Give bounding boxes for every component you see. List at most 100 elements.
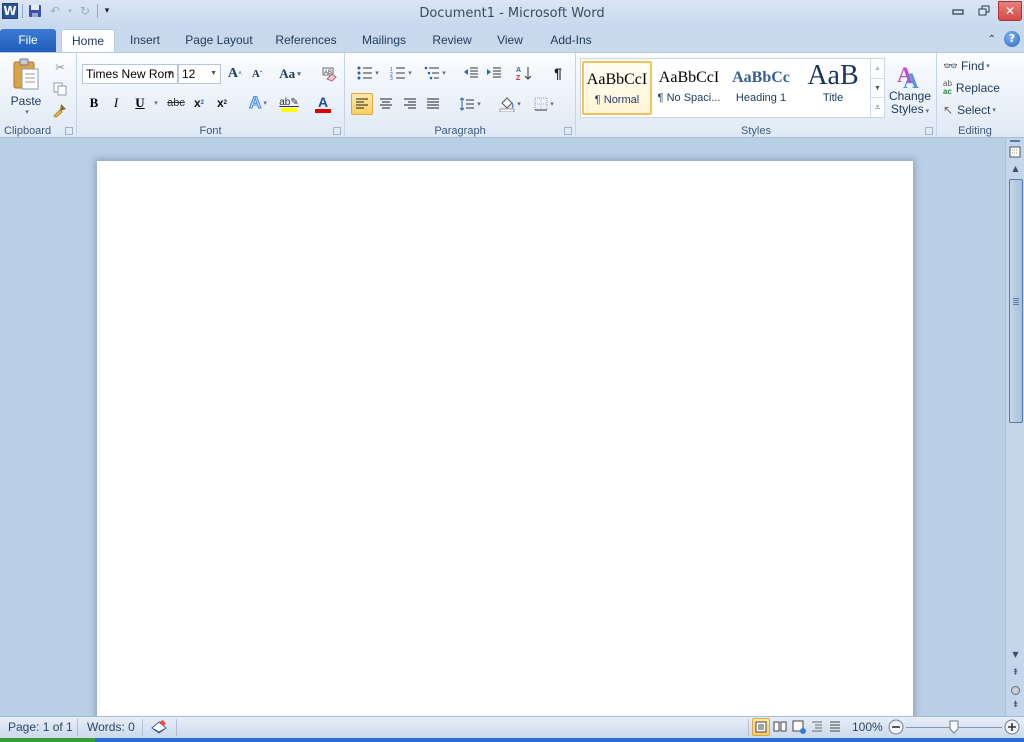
decrease-indent-icon[interactable] — [461, 63, 481, 83]
numbering-button[interactable]: 1 2 3 ▾ — [386, 63, 416, 83]
next-page-icon[interactable]: ⇟ — [1006, 700, 1024, 714]
font-name-combo[interactable]: Times New Rom ▼ — [82, 64, 178, 84]
grow-font-icon[interactable]: A ^ — [225, 64, 245, 84]
restore-icon[interactable] — [972, 1, 996, 21]
ribbon-tabs: File Home Insert Page Layout References … — [0, 27, 1024, 52]
shrink-font-icon[interactable]: Aˇ — [247, 64, 267, 84]
styles-more-icon[interactable]: ⩡ — [870, 97, 884, 117]
document-page[interactable] — [97, 161, 913, 721]
web-layout-view-icon[interactable] — [792, 720, 806, 734]
zoom-level[interactable]: 100% — [852, 720, 883, 734]
style-title[interactable]: AaB Title — [798, 61, 868, 115]
bold-button[interactable]: B — [85, 93, 103, 113]
superscript-button[interactable]: x2 — [213, 93, 231, 113]
sort-icon[interactable]: AZ — [514, 63, 534, 83]
previous-page-icon[interactable]: ⇞ — [1006, 668, 1024, 682]
clipboard-dialog-launcher[interactable] — [65, 127, 73, 135]
text-effects-icon: A — [249, 93, 262, 113]
tab-home[interactable]: Home — [61, 29, 115, 52]
font-size-value: 12 — [182, 67, 196, 81]
change-styles-button[interactable]: AA Change Styles ▾ — [888, 57, 932, 121]
full-screen-reading-view-icon[interactable] — [773, 720, 787, 732]
format-painter-icon[interactable] — [51, 101, 69, 119]
select-button[interactable]: ↖ Select ▾ — [943, 100, 996, 120]
copy-icon[interactable] — [51, 80, 69, 98]
multilevel-list-icon — [424, 66, 440, 80]
style-no-spacing[interactable]: AaBbCcI ¶ No Spaci... — [654, 61, 724, 115]
tab-page-layout[interactable]: Page Layout — [180, 29, 258, 52]
clear-formatting-icon[interactable]: AB — [319, 64, 339, 84]
font-color-bar — [315, 109, 331, 113]
tab-view[interactable]: View — [490, 29, 530, 52]
split-handle[interactable] — [1010, 140, 1020, 142]
tab-file[interactable]: File — [0, 29, 56, 52]
find-button[interactable]: 👓 Find ▾ — [943, 56, 990, 76]
tab-add-ins[interactable]: Add-Ins — [543, 29, 599, 52]
replace-button[interactable]: ab ac Replace — [943, 78, 1000, 98]
superscript-label: x — [216, 96, 224, 110]
divider — [176, 719, 177, 736]
group-editing: 👓 Find ▾ ab ac Replace ↖ Select ▾ Editing — [937, 53, 1013, 139]
text-effects-button[interactable]: A ▾ — [245, 93, 271, 113]
paragraph-dialog-launcher[interactable] — [564, 127, 572, 135]
outline-view-icon[interactable] — [811, 720, 823, 732]
align-right-button[interactable] — [399, 93, 421, 115]
word-count[interactable]: Words: 0 — [87, 720, 135, 734]
help-icon[interactable]: ? — [1004, 31, 1020, 47]
underline-button[interactable]: U — [131, 93, 149, 113]
scrollbar-thumb[interactable] — [1009, 179, 1023, 423]
increase-indent-icon[interactable] — [484, 63, 504, 83]
font-dialog-launcher[interactable] — [333, 127, 341, 135]
paste-button[interactable]: Paste ▾ — [6, 56, 46, 118]
ribbon: Paste ▾ ✂ Clipboard Times New Rom ▼ 12 ▼ A… — [0, 52, 1024, 139]
tab-mailings[interactable]: Mailings — [355, 29, 413, 52]
line-spacing-button[interactable]: ▾ — [455, 93, 485, 115]
group-styles: AaBbCcI ¶ Normal AaBbCcI ¶ No Spaci... A… — [576, 53, 937, 139]
borders-button[interactable]: ▾ — [529, 93, 559, 115]
replace-label: Replace — [955, 81, 1000, 95]
styles-dialog-launcher[interactable] — [925, 127, 933, 135]
vertical-scrollbar[interactable]: ▲ ▼ ⇞ ⇟ — [1005, 138, 1024, 716]
show-formatting-marks-button[interactable]: ¶ — [548, 63, 568, 83]
draft-view-icon[interactable] — [829, 720, 841, 732]
proofing-icon[interactable] — [150, 719, 168, 735]
tab-insert[interactable]: Insert — [122, 29, 168, 52]
justify-button[interactable] — [422, 93, 444, 115]
shading-button[interactable]: ▾ — [495, 93, 525, 115]
view-ruler-icon[interactable] — [1009, 146, 1022, 159]
minimize-ribbon-icon[interactable]: ⌃ — [988, 34, 996, 45]
strikethrough-button[interactable]: abc — [165, 93, 187, 113]
zoom-slider-thumb[interactable] — [949, 720, 959, 734]
select-browse-object-icon[interactable] — [1011, 686, 1020, 695]
change-case-button[interactable]: Aa ▾ — [275, 64, 305, 84]
align-center-icon — [380, 98, 392, 109]
font-color-button[interactable]: A — [309, 93, 337, 115]
tab-references[interactable]: References — [270, 29, 342, 52]
style-heading-1[interactable]: AaBbCc Heading 1 — [726, 61, 796, 115]
minimize-icon[interactable] — [946, 1, 970, 21]
multilevel-list-button[interactable]: ▾ — [420, 63, 450, 83]
styles-scroll-up-icon[interactable]: ▲ — [870, 59, 884, 78]
zoom-in-icon[interactable] — [1004, 719, 1020, 735]
font-size-combo[interactable]: 12 ▼ — [178, 64, 221, 84]
print-layout-view-icon[interactable] — [752, 718, 770, 736]
scroll-down-icon[interactable]: ▼ — [1006, 650, 1024, 664]
scroll-up-icon[interactable]: ▲ — [1006, 164, 1024, 178]
align-left-button[interactable] — [351, 93, 373, 115]
style-normal[interactable]: AaBbCcI ¶ Normal — [582, 61, 652, 115]
center-button[interactable] — [375, 93, 397, 115]
tab-review[interactable]: Review — [426, 29, 478, 52]
highlight-button[interactable]: ab✎ — [275, 93, 303, 115]
chevron-down-icon: ▼ — [210, 70, 217, 77]
styles-scroll-down-icon[interactable]: ▼ — [870, 78, 884, 97]
editing-group-label: Editing — [958, 125, 992, 137]
change-styles-text: Styles — [890, 102, 924, 116]
page-count[interactable]: Page: 1 of 1 — [8, 720, 73, 734]
underline-dropdown-icon[interactable]: ▾ — [151, 93, 159, 113]
bullets-button[interactable]: ▾ — [353, 63, 383, 83]
subscript-button[interactable]: x2 — [190, 93, 208, 113]
zoom-out-icon[interactable] — [888, 719, 904, 735]
cut-icon[interactable]: ✂ — [51, 58, 69, 76]
italic-button[interactable]: I — [107, 93, 125, 113]
close-icon[interactable]: ✕ — [998, 1, 1022, 21]
